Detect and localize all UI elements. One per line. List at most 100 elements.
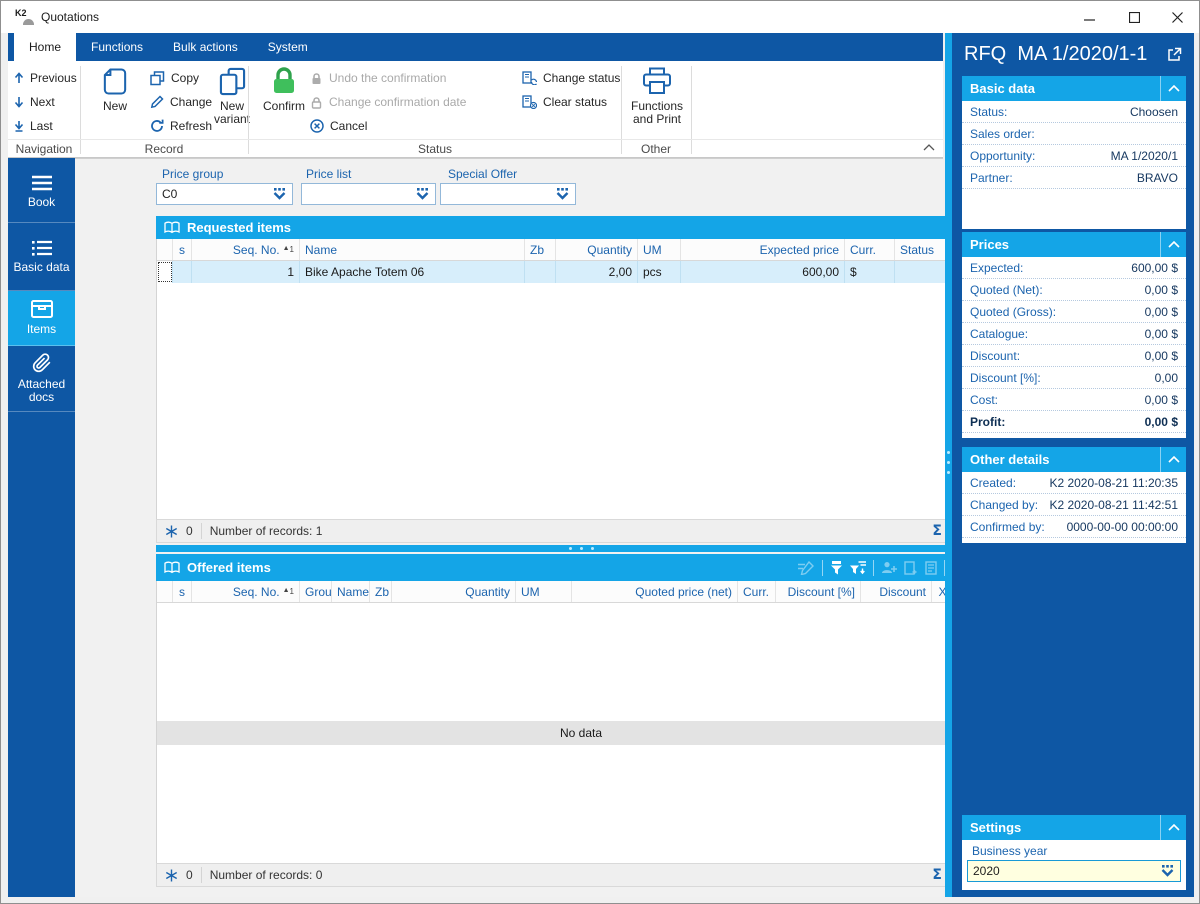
cancel-button[interactable]: Cancel [310,115,367,137]
field-row: Status: Choosen [962,101,1186,123]
row-select-cell[interactable] [157,261,173,283]
collapse-section-button[interactable] [1160,76,1186,101]
sidebar-item-items[interactable]: Items [8,291,75,346]
field-row: Confirmed by: 0000-00-00 00:00:00 [962,516,1186,538]
col-expected-price[interactable]: Expected price [681,239,845,260]
col-zb[interactable]: Zb [525,239,556,260]
main-content: Price group C0 Price list Special Offer … [75,158,1006,897]
cell-expected-price: 600,00 [681,261,845,283]
frozen-count: 0 [186,524,193,538]
copy-icon [150,70,165,85]
tab-system[interactable]: System [253,33,323,61]
col-seq-no[interactable]: Seq. No. ▲1 [192,239,300,260]
business-year-dropdown[interactable]: 2020 [967,860,1181,882]
sum-button[interactable]: Σ [932,523,942,539]
col-s[interactable]: s [173,581,192,602]
sidebar-item-book[interactable]: Book [8,161,75,223]
tab-functions[interactable]: Functions [76,33,158,61]
functions-and-print-button[interactable]: Functions and Print [624,63,690,137]
business-year-label: Business year [972,844,1048,858]
sum-button[interactable]: Σ [932,867,942,883]
change-button[interactable]: Change [150,91,212,113]
last-button[interactable]: Last [14,115,53,137]
close-button[interactable] [1160,4,1194,30]
collapse-section-button[interactable] [1160,232,1186,257]
col-s[interactable]: s [173,239,192,260]
col-group[interactable]: Grou [300,581,332,602]
green-lock-icon [274,67,294,93]
group-label-other: Other [640,142,672,156]
dropdown-icon [556,188,569,200]
pencil-icon [150,95,164,109]
quotations-window: K2 Quotations Home Functions Bulk action… [0,0,1200,904]
open-external-icon [1168,47,1182,61]
filter-sort-button[interactable] [850,560,866,575]
minimize-button[interactable] [1072,4,1106,30]
special-offer-label: Special Offer [448,167,518,181]
ribbon-collapse-button[interactable] [923,140,935,154]
filter-button[interactable] [830,560,843,575]
arrow-down-icon [14,97,24,108]
col-quoted-price[interactable]: Quoted price (net) [572,581,738,602]
previous-button[interactable]: Previous [14,67,77,89]
other-details-section: Other details Created: K2 2020-08-21 11:2… [962,447,1186,543]
col-seq-no[interactable]: Seq. No. ▲1 [192,581,300,602]
new-button[interactable]: New [88,63,142,137]
col-um[interactable]: UM [516,581,572,602]
price-group-dropdown[interactable]: C0 [156,183,293,205]
clear-status-button[interactable]: Clear status [522,91,607,113]
rfq-title: RFQ MA 1/2020/1-1 [964,43,1148,65]
ribbon: Home Functions Bulk actions System Previ… [8,33,943,158]
field-row: Discount: 0,00 $ [962,345,1186,367]
copy-button[interactable]: Copy [150,67,199,89]
add-document-button-disabled [904,560,918,575]
horizontal-splitter[interactable] [156,545,1006,552]
profit-row: Profit: 0,00 $ [962,411,1186,433]
price-list-dropdown[interactable] [301,183,436,205]
printer-icon [643,67,671,94]
col-name[interactable]: Name [332,581,370,602]
sidebar-item-basic-data[interactable]: Basic data [8,223,75,291]
col-zb[interactable]: Zb [370,581,392,602]
prices-section: Prices Expected: 600,00 $ Quoted (Net): 0,… [962,232,1186,438]
special-offer-dropdown[interactable] [440,183,576,205]
col-select[interactable] [157,239,173,260]
right-panel: RFQ MA 1/2020/1-1 Basic data Status: Choo… [952,33,1194,897]
refresh-button[interactable]: Refresh [150,115,212,137]
col-curr[interactable]: Curr. [738,581,776,602]
col-select[interactable] [157,581,173,602]
snowflake-icon [165,869,178,881]
refresh-icon [151,119,164,132]
document-icon [925,560,937,575]
col-quantity[interactable]: Quantity [392,581,516,602]
no-data-banner: No data [157,721,1005,745]
gray-lock-icon [312,72,321,84]
offered-items-header: Offered items [156,554,1006,581]
col-discount[interactable]: Discount [861,581,932,602]
funnel-icon [831,560,842,574]
new-variant-button[interactable]: New variant [206,63,258,137]
col-discount-pct[interactable]: Discount [%] [776,581,861,602]
sidebar-item-attached-docs[interactable]: Attached docs [8,346,75,412]
open-in-window-button[interactable] [1167,47,1182,62]
next-button[interactable]: Next [14,91,55,113]
maximize-button[interactable] [1117,4,1151,30]
confirm-button[interactable]: Confirm [260,63,308,137]
right-panel-title-bar: RFQ MA 1/2020/1-1 [952,33,1194,76]
col-quantity[interactable]: Quantity [556,239,638,260]
vertical-splitter[interactable] [945,33,952,897]
tab-bulk-actions[interactable]: Bulk actions [158,33,253,61]
col-um[interactable]: UM [638,239,681,260]
change-status-button[interactable]: Change status [522,67,620,89]
new-variant-icon [219,67,245,95]
dropdown-icon [416,188,429,200]
field-row: Partner: BRAVO [962,167,1186,189]
paperclip-icon [32,353,50,373]
close-icon [1171,11,1183,23]
requested-items-row[interactable]: 1 Bike Apache Totem 06 2,00 pcs 600,00 $ [157,261,1005,283]
collapse-section-button[interactable] [1160,815,1186,840]
tab-home[interactable]: Home [14,33,77,61]
col-curr[interactable]: Curr. [845,239,895,260]
collapse-section-button[interactable] [1160,447,1186,472]
col-name[interactable]: Name [300,239,525,260]
